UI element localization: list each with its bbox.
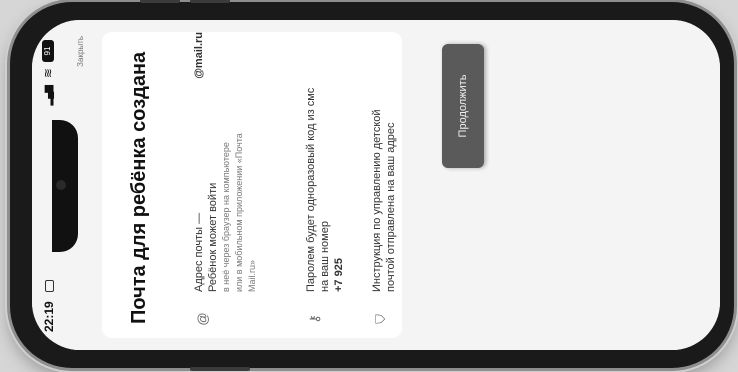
instructions-info-row: ⛉ Инструкция по управлению детской почто… <box>370 54 410 334</box>
instructions-line2: почтой отправлена на ваш адрес <box>385 122 397 292</box>
screen-record-icon <box>45 280 54 292</box>
scene: 22:19 ▂▄▆ ≋ 91 Закрыть Почта для ребёнка… <box>0 0 738 372</box>
email-info-row: @ Адрес почты — @mail.ru Ребёнок может в… <box>192 32 288 334</box>
front-camera <box>56 180 66 190</box>
password-line1: Паролем будет одноразовый код из смс <box>305 87 317 292</box>
page-title: Почта для ребёнка создана <box>128 51 150 324</box>
phone-frame: 22:19 ▂▄▆ ≋ 91 Закрыть Почта для ребёнка… <box>10 0 734 371</box>
volume-button <box>140 0 180 3</box>
email-desc-line2: в неё через браузер на компьютере <box>221 142 231 292</box>
phone-screen: 22:19 ▂▄▆ ≋ 91 Закрыть Почта для ребёнка… <box>32 20 720 350</box>
wifi-icon: ≋ <box>41 68 55 79</box>
key-icon: ⚷ <box>307 314 322 324</box>
shield-icon: ⛉ <box>373 314 388 324</box>
notch <box>52 120 78 252</box>
clock: 22:19 <box>42 301 56 332</box>
password-info-row: ⚷ Паролем будет одноразовый код из смс н… <box>304 54 364 334</box>
volume-button <box>190 0 230 3</box>
email-desc-line3: или в мобильном приложении «Почта <box>234 133 244 292</box>
email-domain: @mail.ru <box>193 32 205 79</box>
phone-number: +7 925 <box>333 258 345 292</box>
instructions-line1: Инструкция по управлению детской <box>371 109 383 292</box>
email-desc-line4: Mail.ru» <box>247 259 257 292</box>
close-link[interactable]: Закрыть <box>76 36 85 67</box>
battery-icon: 91 <box>42 40 54 62</box>
at-sign-icon: @ <box>195 312 210 326</box>
password-line2: на ваш номер <box>319 221 331 292</box>
app-content: 22:19 ▂▄▆ ≋ 91 Закрыть Почта для ребёнка… <box>32 20 720 350</box>
power-button <box>190 367 250 371</box>
email-label: Адрес почты — <box>193 212 205 292</box>
email-desc-line1: Ребёнок может войти <box>207 182 219 292</box>
signal-icon: ▂▄▆ <box>43 86 54 106</box>
continue-button[interactable]: Продолжить <box>442 44 484 168</box>
